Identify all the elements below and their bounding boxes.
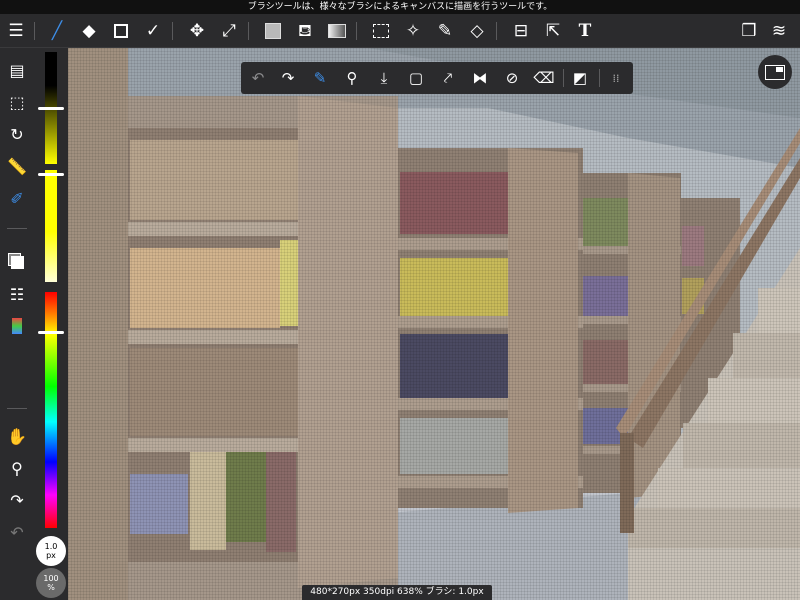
color-slider-panel: 1.0 px 100 % xyxy=(34,48,68,600)
layer-switch-icon[interactable] xyxy=(4,250,30,274)
layers-icon[interactable]: ≋ xyxy=(766,18,792,44)
brightness-light-slider[interactable] xyxy=(45,170,57,282)
no-rotate-icon[interactable]: ⊘ xyxy=(499,65,525,91)
correction-icon[interactable]: ✓ xyxy=(140,18,166,44)
layer-list-icon[interactable]: ☷ xyxy=(4,282,30,306)
hue-slider[interactable] xyxy=(45,292,57,528)
select-rect-icon[interactable] xyxy=(368,18,394,44)
menu-icon[interactable]: ☰ xyxy=(3,18,29,44)
export-icon[interactable]: ⤤ xyxy=(435,65,461,91)
undo-icon[interactable]: ↶ xyxy=(245,65,271,91)
move-icon[interactable]: ✥ xyxy=(184,18,210,44)
material-icon[interactable]: ❒ xyxy=(736,18,762,44)
eraser-icon[interactable]: ◆ xyxy=(76,18,102,44)
ruler-icon[interactable]: 📏 xyxy=(4,154,30,178)
toolbar-divider xyxy=(599,69,600,87)
eyedropper-icon[interactable]: ⚲ xyxy=(4,456,30,480)
brush-icon[interactable]: ╱ xyxy=(44,18,70,44)
top-toolbar: ☰ ╱ ◆ ✓ ✥ ⤢ ⛾ ✧ ✎ ◇ ⊟ ⇱ T ❒ ≋ xyxy=(0,14,800,48)
toolbar-divider xyxy=(356,22,357,40)
status-hint: ブラシツールは、様々なブラシによるキャンバスに描画を行うツールです。 xyxy=(0,0,800,14)
brush-size-unit: px xyxy=(46,551,56,560)
quick-access-bar: ↶ ↷ ✎ ⚲ ⤓ ▢ ⤤ ⧓ ⊘ ⌫ ◩ ⁞⁞ xyxy=(241,62,633,94)
shape-square-glyph xyxy=(114,24,128,38)
brush-opacity-unit: % xyxy=(47,583,55,592)
text-icon[interactable]: T xyxy=(572,18,598,44)
toolbar-divider xyxy=(7,228,27,229)
gradation-icon[interactable] xyxy=(324,18,350,44)
redo-icon[interactable]: ↷ xyxy=(4,488,30,512)
fullscreen-icon[interactable]: ◩ xyxy=(567,65,593,91)
pixel-art-illustration xyxy=(68,48,800,600)
left-toolbar: ▤ ⬚ ↻ 📏 ✐ ☷ ✋ ⚲ ↷ ↶ xyxy=(0,48,34,600)
navigator-icon xyxy=(765,64,785,80)
toolbar-divider xyxy=(7,408,27,409)
rotate-icon[interactable]: ↻ xyxy=(4,122,30,146)
operation-icon[interactable]: ⇱ xyxy=(540,18,566,44)
toolbar-divider xyxy=(248,22,249,40)
layer-square-glyph xyxy=(10,255,24,269)
app-window: ブラシツールは、様々なブラシによるキャンバスに描画を行うツールです。 ☰ ╱ ◆… xyxy=(0,0,800,600)
toolbar-divider xyxy=(34,22,35,40)
slider-handle[interactable] xyxy=(38,331,64,335)
drawing-canvas[interactable] xyxy=(68,48,800,600)
brush-size-button[interactable]: 1.0 px xyxy=(36,536,66,566)
toolbar-divider xyxy=(496,22,497,40)
hand-icon[interactable]: ✋ xyxy=(4,424,30,448)
fill-color-icon[interactable] xyxy=(260,18,286,44)
grid-dots-icon[interactable]: ⁞⁞ xyxy=(603,65,629,91)
brush-opacity-button[interactable]: 100 % xyxy=(36,568,66,598)
rgb-icon[interactable] xyxy=(4,314,30,338)
bucket-icon[interactable]: ⛾ xyxy=(292,18,318,44)
toolbar-divider xyxy=(172,22,173,40)
gradient-swatch xyxy=(328,24,346,38)
rgb-glyph xyxy=(12,318,22,334)
import-icon[interactable]: ⤓ xyxy=(371,65,397,91)
clear-icon[interactable]: ⌫ xyxy=(531,65,557,91)
shape-icon[interactable] xyxy=(108,18,134,44)
select-icon[interactable]: ⬚ xyxy=(4,90,30,114)
frame-icon[interactable]: ▢ xyxy=(403,65,429,91)
snap-icon[interactable]: ✐ xyxy=(4,186,30,210)
transform-icon[interactable]: ⤢ xyxy=(216,18,242,44)
slider-handle[interactable] xyxy=(38,107,64,110)
brush-opacity-value: 100 xyxy=(43,574,59,583)
divide-icon[interactable]: ⊟ xyxy=(508,18,534,44)
document-icon[interactable]: ▤ xyxy=(4,58,30,82)
toolbar-divider xyxy=(563,69,564,87)
eyedropper-icon[interactable]: ⚲ xyxy=(339,65,365,91)
brush-size-value: 1.0 xyxy=(44,542,58,551)
dashed-rect-glyph xyxy=(373,24,389,38)
flip-icon[interactable]: ⧓ xyxy=(467,65,493,91)
magic-wand-icon[interactable]: ✧ xyxy=(400,18,426,44)
navigator-button[interactable] xyxy=(758,55,792,89)
redo-icon[interactable]: ↷ xyxy=(275,65,301,91)
fill-swatch xyxy=(265,23,281,39)
select-pen-icon[interactable]: ✎ xyxy=(432,18,458,44)
brush-icon[interactable]: ✎ xyxy=(307,65,333,91)
undo-icon[interactable]: ↶ xyxy=(4,520,30,544)
canvas-info-bar: 480*270px 350dpi 638% ブラシ: 1.0px 100% xyxy=(302,585,492,600)
select-eraser-icon[interactable]: ◇ xyxy=(464,18,490,44)
